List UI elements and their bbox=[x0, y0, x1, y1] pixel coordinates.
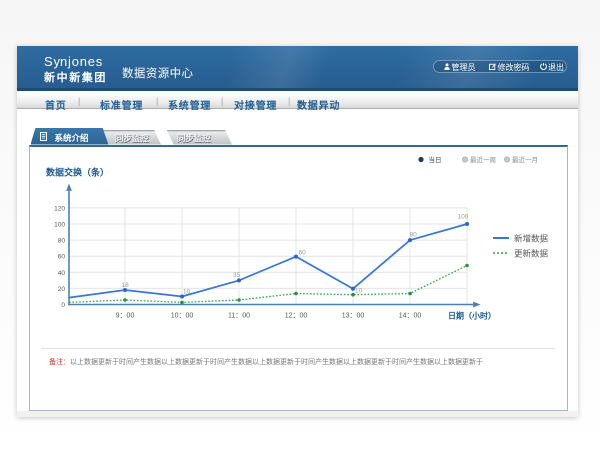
svg-text:11：00: 11：00 bbox=[228, 313, 250, 320]
svg-text:13：00: 13：00 bbox=[342, 313, 365, 320]
svg-text:35: 35 bbox=[233, 272, 241, 279]
svg-text:数据交换（条）: 数据交换（条） bbox=[46, 167, 109, 178]
svg-text:新增数据: 新增数据 bbox=[514, 234, 549, 244]
svg-text:80: 80 bbox=[58, 238, 66, 245]
svg-text:100: 100 bbox=[458, 214, 469, 221]
svg-text:60: 60 bbox=[299, 250, 307, 257]
svg-text:18: 18 bbox=[122, 282, 130, 289]
svg-text:当日: 当日 bbox=[429, 155, 442, 164]
svg-text:更新数据: 更新数据 bbox=[514, 249, 549, 259]
svg-text:日期（小时）: 日期（小时） bbox=[448, 311, 496, 321]
svg-text:80: 80 bbox=[410, 232, 418, 239]
svg-text:12：00: 12：00 bbox=[285, 313, 308, 320]
svg-text:备注：以上数据更新于时间产生数据以上数据更新于时间产生数据以: 备注：以上数据更新于时间产生数据以上数据更新于时间产生数据以上数据更新于时间产生… bbox=[49, 357, 483, 366]
svg-text:9：00: 9：00 bbox=[116, 313, 135, 320]
svg-text:10：00: 10：00 bbox=[171, 313, 194, 320]
svg-text:14：00: 14：00 bbox=[399, 313, 422, 320]
svg-text:0: 0 bbox=[61, 302, 65, 309]
svg-text:最近一周: 最近一周 bbox=[470, 155, 496, 164]
svg-text:60: 60 bbox=[58, 254, 66, 261]
svg-text:20: 20 bbox=[58, 286, 66, 293]
svg-text:10: 10 bbox=[183, 289, 191, 296]
svg-text:100: 100 bbox=[54, 222, 65, 229]
svg-text:10: 10 bbox=[355, 288, 363, 295]
svg-text:120: 120 bbox=[54, 205, 65, 212]
svg-text:40: 40 bbox=[58, 270, 66, 277]
svg-text:最近一月: 最近一月 bbox=[512, 155, 538, 164]
